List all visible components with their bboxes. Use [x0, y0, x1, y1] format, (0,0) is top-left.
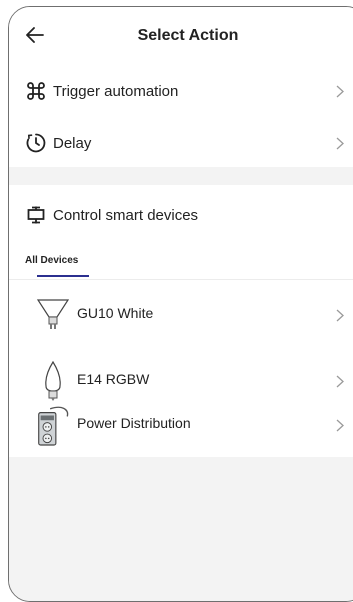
header-bar: Select Action	[9, 7, 353, 65]
tab-all-devices[interactable]: All Devices	[25, 255, 78, 266]
command-icon	[25, 80, 47, 102]
device-name: GU10 White	[77, 305, 154, 321]
smart-device-icon	[25, 204, 47, 226]
phone-screen: Select Action Trigger automation Delay C…	[8, 6, 353, 602]
chevron-right-icon	[335, 308, 345, 322]
control-smart-devices-label: Control smart devices	[53, 206, 199, 224]
chevron-right-icon	[335, 418, 345, 432]
device-name: E14 RGBW	[77, 371, 150, 387]
delay-label: Delay	[53, 134, 92, 152]
device-name: Power Distribution	[77, 415, 191, 431]
section-divider	[9, 167, 353, 185]
chevron-right-icon	[335, 374, 345, 388]
timer-icon	[25, 132, 47, 154]
device-row-gu10-white[interactable]: GU10 White	[9, 281, 353, 347]
tab-active-indicator	[37, 275, 89, 277]
chevron-right-icon	[335, 84, 345, 98]
chevron-right-icon	[335, 136, 345, 150]
empty-background-area	[9, 457, 353, 601]
trigger-automation-label: Trigger automation	[53, 82, 179, 100]
device-row-power-distribution[interactable]: Power Distribution	[9, 391, 353, 457]
delay-row[interactable]: Delay	[9, 119, 353, 167]
control-smart-devices-row: Control smart devices	[9, 191, 353, 239]
device-tabs: All Devices	[9, 245, 353, 280]
spotlight-bulb-icon	[33, 293, 73, 337]
power-strip-icon	[33, 403, 73, 447]
trigger-automation-row[interactable]: Trigger automation	[9, 67, 353, 115]
page-title: Select Action	[137, 27, 239, 44]
